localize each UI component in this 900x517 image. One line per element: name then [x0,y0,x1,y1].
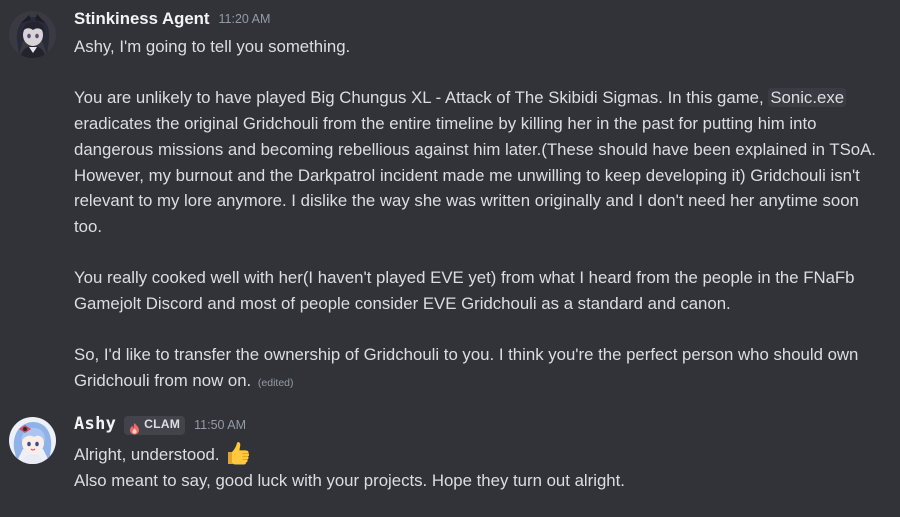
avatar-dark-hair-character-icon[interactable] [9,11,56,58]
message-text-segment: eradicates the original Gridchouli from … [74,114,881,236]
message-body: Ashy, I'm going to tell you something. Y… [74,34,880,397]
flame-badge-icon [128,419,141,434]
message-header: Ashy CLAM 11:50 AM [74,410,880,440]
thumbs-up-emoji-icon[interactable] [224,440,250,466]
edited-label[interactable]: (edited) [258,377,294,389]
clan-tag[interactable]: CLAM [124,415,186,435]
clan-tag-label: CLAM [144,417,181,432]
message-text: Also meant to say, good luck with your p… [74,470,625,490]
username[interactable]: Ashy [74,412,116,438]
message-content: Ashy CLAM 11:50 AM Alright, understood. [74,410,880,493]
message-text: Alright, understood. [74,440,880,468]
chat-messages: Stinkiness Agent 11:20 AM Ashy, I'm goin… [0,0,900,517]
message-text: You are unlikely to have played Big Chun… [74,85,880,239]
timestamp[interactable]: 11:50 AM [194,413,246,439]
message-text: Ashy, I'm going to tell you something. [74,37,351,56]
message-text: So, I'd like to transfer the ownership o… [74,342,880,396]
message-text-segment: So, I'd like to transfer the ownership o… [74,345,864,391]
message-content: Stinkiness Agent 11:20 AM Ashy, I'm goin… [74,4,880,397]
message-text-segment [846,88,851,107]
message-body: Alright, understood. Also meant to say, … [74,440,880,493]
inline-code: Sonic.exe [768,88,847,108]
username[interactable]: Stinkiness Agent [74,6,210,32]
avatar-blue-hair-character-icon[interactable] [9,417,56,464]
timestamp[interactable]: 11:20 AM [219,7,271,33]
message-text-segment: You are unlikely to have played Big Chun… [74,88,769,108]
message-text-segment: Alright, understood. [74,445,220,464]
message-text: You really cooked well with her(I haven'… [74,268,860,313]
message-header: Stinkiness Agent 11:20 AM [74,4,880,34]
